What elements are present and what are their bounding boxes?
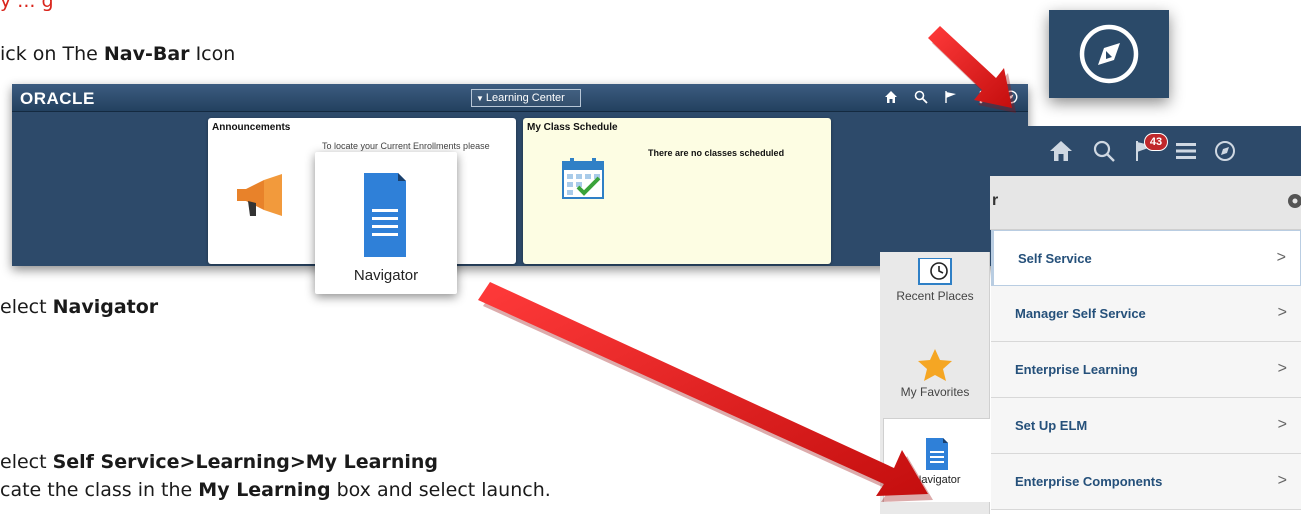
calendar-check-icon: [562, 158, 604, 199]
home-icon[interactable]: [882, 88, 900, 106]
instruction-locate-class: cate the class in the My Learning box an…: [0, 479, 551, 501]
peoplesoft-homepage-screenshot: ORACLE ▼ Learning Center Announcements To…: [12, 84, 1028, 266]
chevron-right-icon: >: [1277, 472, 1287, 489]
gear-icon[interactable]: [1285, 191, 1301, 211]
tile-title: My Class Schedule: [527, 122, 618, 133]
navigation-panel-screenshot: 43 r Recent Places My Favorites Navigato…: [880, 126, 1301, 514]
panel-header: r: [990, 176, 1301, 230]
home-icon[interactable]: [1048, 139, 1074, 163]
oracle-logo: ORACLE: [20, 89, 95, 108]
tile-title: Announcements: [212, 122, 291, 133]
star-icon: [918, 349, 952, 381]
instruction-select-navigator: elect Navigator: [0, 296, 159, 318]
instruction-select-path: elect Self Service>Learning>My Learning: [0, 451, 438, 473]
clock-icon: [918, 257, 952, 285]
navigator-popup[interactable]: Navigator: [315, 152, 457, 294]
side-tab-label: My Favorites: [900, 385, 970, 399]
notification-count-badge: 43: [1144, 133, 1168, 151]
navigator-menu: Self Service > Manager Self Service > En…: [991, 230, 1301, 510]
instruction-click-navbar: ick on The Nav-Bar Icon: [0, 43, 236, 65]
dropdown-triangle-icon: ▼: [476, 94, 484, 103]
flag-icon[interactable]: [942, 88, 960, 106]
document-icon: [364, 173, 406, 257]
zoomed-compass-icon: [1049, 10, 1169, 98]
chevron-right-icon: >: [1276, 249, 1286, 266]
more-icon[interactable]: [972, 88, 990, 106]
compass-icon: [1079, 24, 1139, 84]
nav-bar-icons: [882, 88, 1020, 106]
chevron-right-icon: >: [1277, 416, 1287, 433]
homepage-selector[interactable]: ▼ Learning Center: [471, 89, 581, 107]
menu-item-manager-self-service[interactable]: Manager Self Service >: [991, 286, 1301, 342]
chevron-right-icon: >: [1277, 360, 1287, 377]
compass-icon[interactable]: [1002, 88, 1020, 106]
document-icon: [926, 438, 948, 470]
megaphone-icon: [237, 174, 282, 216]
panel-header-title: r: [992, 192, 999, 209]
compass-icon[interactable]: [1214, 140, 1236, 162]
nav-bar: 43: [1010, 126, 1301, 176]
tile-text: There are no classes scheduled: [648, 148, 785, 158]
notification-flag[interactable]: 43: [1134, 133, 1168, 163]
side-tab-navigator[interactable]: Navigator: [883, 418, 990, 502]
side-tab-label: Navigator: [913, 474, 961, 486]
menu-item-enterprise-learning[interactable]: Enterprise Learning >: [991, 342, 1301, 398]
side-tab-label: Recent Places: [896, 289, 974, 303]
menu-item-enterprise-components[interactable]: Enterprise Components >: [991, 454, 1301, 510]
search-icon[interactable]: [1092, 139, 1116, 163]
class-schedule-tile[interactable]: My Class Schedule There are no classes s…: [523, 118, 831, 264]
search-icon[interactable]: [912, 88, 930, 106]
tile-text: To locate your Current Enrollments pleas…: [322, 141, 490, 151]
navigator-label: Navigator: [353, 267, 419, 284]
side-tab-recent-places[interactable]: Recent Places: [880, 257, 990, 318]
side-tab-my-favorites[interactable]: My Favorites: [880, 348, 990, 408]
menu-icon[interactable]: [1176, 142, 1196, 160]
arrow-to-navigator-tab: [478, 282, 933, 502]
chevron-right-icon: >: [1277, 304, 1287, 321]
menu-item-self-service[interactable]: Self Service >: [991, 230, 1301, 286]
menu-item-set-up-elm[interactable]: Set Up ELM >: [991, 398, 1301, 454]
nav-bar: ORACLE ▼ Learning Center: [12, 84, 1028, 112]
heading-fragment: y ... g: [0, 0, 54, 12]
